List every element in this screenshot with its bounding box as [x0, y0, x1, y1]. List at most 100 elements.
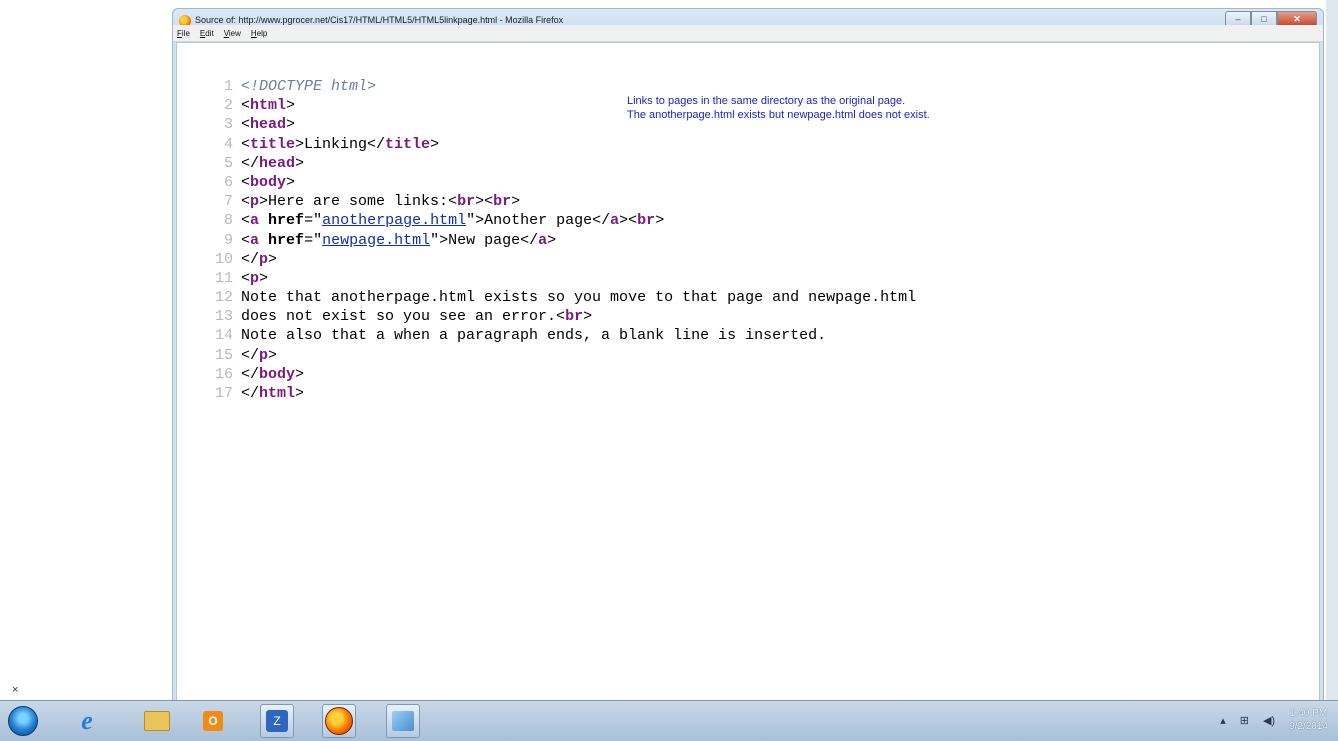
code-text: </	[241, 365, 260, 383]
code-text: >	[268, 250, 278, 268]
code-text: >	[286, 116, 296, 134]
line-number: 1	[223, 78, 233, 95]
code-text: </	[241, 346, 260, 364]
code-line: 13 does not exist so you see an error.<br…	[207, 307, 916, 326]
firefox-view-source-window: Source of: http://www.pgrocer.net/Cis17/…	[172, 8, 1324, 700]
code-line: 15 </p>	[207, 346, 916, 365]
taskbar-firefox[interactable]	[322, 704, 356, 738]
code-text: <	[241, 116, 251, 134]
attribute-name: href	[268, 212, 305, 230]
code-text: >	[286, 97, 296, 115]
line-number: 6	[223, 173, 233, 191]
code-text: </	[241, 250, 260, 268]
code-text: >	[268, 346, 278, 364]
code-text: >	[583, 308, 593, 326]
clock[interactable]: 1:40 PM 9/2/2014	[1289, 707, 1328, 733]
newpage-link[interactable]: newpage.html	[322, 232, 430, 249]
media-player-icon: O	[203, 711, 223, 731]
tag-name: p	[259, 346, 269, 364]
taskbar-media-player[interactable]: O	[196, 704, 230, 738]
menu-view[interactable]: View	[224, 29, 241, 38]
tag-name: head	[259, 154, 296, 172]
code-text: >	[286, 173, 296, 191]
source-code: 1 <!DOCTYPE html> 2 <html> 3 <head> 4 <title…	[207, 77, 916, 403]
tag-name: head	[250, 116, 287, 134]
system-tray: ▴ ⊞ ◀) 1:40 PM 9/2/2014	[1220, 707, 1328, 733]
tag-name: a	[250, 231, 260, 249]
tag-name: a	[538, 231, 548, 249]
code-line: 3 <head>	[207, 115, 916, 134]
windows-start-icon	[8, 706, 38, 736]
code-text: >	[259, 269, 269, 287]
code-text: ">New page</	[430, 231, 539, 249]
code-text: >	[295, 385, 305, 402]
start-button[interactable]	[6, 704, 40, 738]
line-number: 7	[223, 193, 233, 211]
line-number: 17	[214, 385, 233, 402]
tag-name: body	[250, 173, 287, 191]
code-line: 6 <body>	[207, 173, 916, 192]
network-icon[interactable]: ⊞	[1240, 714, 1249, 727]
code-text: <	[241, 193, 251, 211]
source-view-content[interactable]: Links to pages in the same directory as …	[176, 42, 1320, 700]
code-text: ">Another page</	[466, 212, 611, 230]
taskbar-generic-app[interactable]	[386, 704, 420, 738]
code-line: 9 <a href="newpage.html">New page</a>	[207, 231, 916, 250]
attribute-name: href	[268, 231, 305, 249]
line-number: 15	[214, 346, 233, 364]
tag-name: body	[259, 365, 296, 383]
menu-help[interactable]: Help	[251, 29, 267, 38]
code-text: ="	[304, 231, 323, 249]
desktop-background-left	[0, 0, 172, 700]
line-number: 13	[214, 308, 233, 326]
taskbar-notes-app[interactable]: Z	[260, 704, 294, 738]
tag-name: br	[637, 212, 656, 230]
internet-explorer-icon: e	[81, 706, 93, 735]
code-text: >Here are some links:<	[259, 193, 458, 211]
line-number: 2	[223, 97, 233, 115]
code-text: <	[241, 212, 251, 230]
code-text: ><	[619, 212, 638, 230]
anotherpage-link[interactable]: anotherpage.html	[322, 212, 466, 229]
code-line: 16 </body>	[207, 365, 916, 384]
volume-icon[interactable]: ◀)	[1263, 714, 1275, 727]
tag-name: html	[250, 97, 287, 115]
line-number: 12	[214, 289, 233, 307]
menu-bar: File Edit View Help	[173, 25, 1323, 42]
code-text: <	[241, 135, 251, 153]
code-text: >	[295, 365, 305, 383]
code-text: >	[295, 154, 305, 172]
code-line: 5 </head>	[207, 154, 916, 173]
code-text: >	[430, 135, 440, 153]
code-line: 11 <p>	[207, 269, 916, 288]
code-text: ="	[304, 212, 323, 230]
desktop-close-mark[interactable]: ×	[12, 684, 18, 696]
code-line: 10 </p>	[207, 250, 916, 269]
code-text: ><	[475, 193, 494, 211]
line-number: 8	[223, 212, 233, 230]
menu-edit[interactable]: Edit	[200, 29, 214, 38]
taskbar-internet-explorer[interactable]: e	[70, 704, 104, 738]
firefox-taskbar-icon	[325, 707, 353, 735]
tag-name: p	[259, 250, 269, 268]
code-text: Note also that a when a paragraph ends, …	[241, 327, 827, 345]
folder-icon	[144, 711, 170, 731]
tag-name: title	[250, 135, 296, 153]
code-line: 1 <!DOCTYPE html>	[207, 77, 916, 96]
line-number: 11	[214, 269, 233, 287]
tag-name: br	[457, 193, 476, 211]
code-line: 4 <title>Linking</title>	[207, 135, 916, 154]
tag-name: br	[493, 193, 512, 211]
code-line: 14 Note also that a when a paragraph ends…	[207, 326, 916, 345]
line-number: 16	[214, 365, 233, 383]
tag-name: a	[610, 212, 620, 230]
line-number: 4	[223, 135, 233, 153]
menu-file[interactable]: File	[177, 29, 190, 38]
clock-time: 1:40 PM	[1289, 708, 1328, 719]
code-line: 12 Note that anotherpage.html exists so y…	[207, 288, 916, 307]
line-number: 5	[223, 154, 233, 172]
taskbar-file-explorer[interactable]	[140, 704, 174, 738]
tag-name: a	[250, 212, 260, 230]
show-hidden-icons-arrow[interactable]: ▴	[1220, 714, 1226, 727]
taskbar: e O Z ▴ ⊞ ◀) 1:40 PM 9/2/2014	[0, 700, 1338, 741]
